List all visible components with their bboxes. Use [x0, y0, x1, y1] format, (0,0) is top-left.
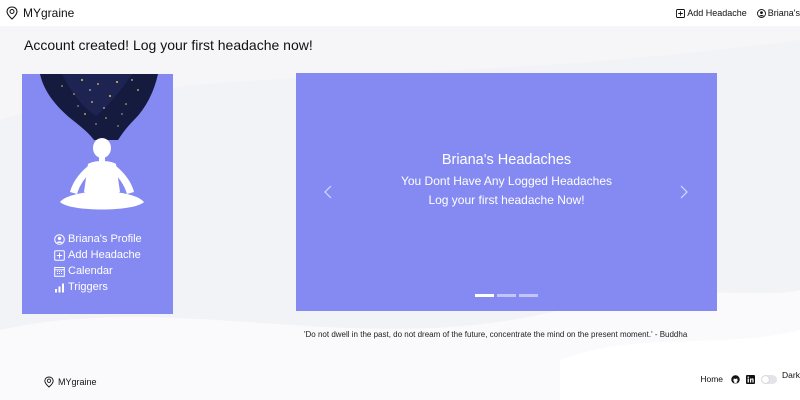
carousel-empty-message: You Dont Have Any Logged Headaches — [400, 174, 613, 188]
carousel-title: Briana's Headaches — [441, 152, 572, 168]
nav-add-headache-label: Add Headache — [687, 8, 747, 18]
brand-name: MYgraine — [23, 6, 75, 20]
navbar: MYgraine Add Headache Briana's — [0, 0, 800, 26]
sidebar-item-triggers[interactable]: Triggers — [53, 279, 142, 295]
brain-pin-icon — [6, 6, 18, 20]
carousel-indicators — [475, 294, 541, 297]
dark-mode-toggle[interactable] — [761, 374, 778, 384]
nav-profile-link[interactable]: Briana's — [756, 8, 800, 18]
user-circle-icon — [53, 233, 65, 245]
sidebar-item-label: Triggers — [68, 281, 108, 293]
sidebar-item-profile[interactable]: Briana's Profile — [53, 231, 142, 247]
sidebar-item-label: Calendar — [68, 265, 113, 277]
carousel-cta-message: Log your first headache Now! — [428, 193, 585, 207]
nav-profile-label: Briana's — [767, 8, 800, 18]
brand-link[interactable]: MYgraine — [6, 6, 74, 20]
sidebar-item-add-headache[interactable]: Add Headache — [53, 247, 142, 263]
account-created-message: Account created! Log your first headache… — [24, 37, 313, 53]
brain-pin-icon — [44, 376, 54, 388]
meditation-illustration — [40, 74, 158, 210]
footer-brand-name: MYgraine — [58, 377, 97, 387]
daily-quote: 'Do not dwell in the past, do not dream … — [304, 330, 688, 339]
footer-brand-link[interactable]: MYgraine — [44, 376, 97, 388]
sidebar: Briana's Profile Add Headache Calendar T… — [22, 74, 173, 314]
plus-square-icon — [53, 249, 65, 261]
github-icon[interactable] — [731, 374, 740, 384]
headaches-carousel: Briana's Headaches You Dont Have Any Log… — [296, 73, 717, 311]
toggle-knob — [762, 375, 770, 383]
footer-links: Home Dark — [700, 370, 800, 384]
sidebar-item-calendar[interactable]: Calendar — [53, 263, 142, 279]
carousel-indicator[interactable] — [475, 294, 494, 297]
user-circle-icon — [756, 8, 766, 18]
dark-mode-label: Dark — [782, 370, 800, 380]
sidebar-item-label: Add Headache — [68, 249, 141, 261]
carousel-indicator[interactable] — [497, 294, 516, 297]
calendar-icon — [53, 266, 65, 277]
nav-add-headache-link[interactable]: Add Headache — [676, 8, 747, 18]
chevron-right-icon — [680, 185, 688, 199]
carousel-next-button[interactable] — [677, 181, 691, 203]
bar-chart-icon — [54, 283, 64, 292]
linkedin-icon[interactable] — [746, 374, 756, 384]
sidebar-item-label: Briana's Profile — [68, 233, 142, 245]
plus-square-icon — [676, 8, 686, 18]
carousel-indicator[interactable] — [519, 294, 538, 297]
sidebar-menu: Briana's Profile Add Headache Calendar T… — [53, 231, 142, 295]
footer-home-link[interactable]: Home — [700, 374, 723, 384]
